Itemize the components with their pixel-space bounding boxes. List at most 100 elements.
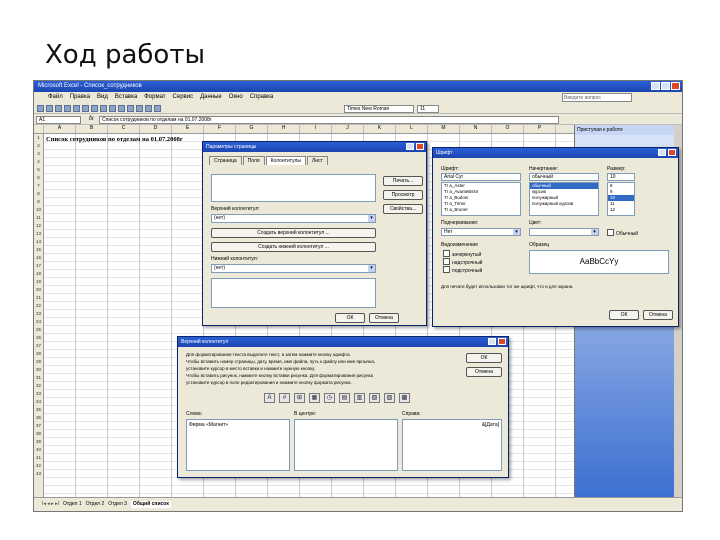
column-header[interactable]: G bbox=[236, 125, 268, 133]
row-header[interactable]: 14 bbox=[34, 238, 43, 246]
row-header[interactable]: 7 bbox=[34, 182, 43, 190]
row-header[interactable]: 30 bbox=[34, 366, 43, 374]
row-header[interactable]: 23 bbox=[34, 310, 43, 318]
column-header[interactable]: O bbox=[492, 125, 524, 133]
create-footer-button[interactable]: Создать нижний колонтитул ... bbox=[211, 242, 376, 252]
normal-font-checkbox[interactable]: Обычный bbox=[607, 229, 638, 237]
menu-view[interactable]: Вид bbox=[97, 94, 108, 101]
superscript-checkbox[interactable]: надстрочный bbox=[443, 258, 482, 266]
close-icon[interactable] bbox=[671, 82, 680, 90]
close-icon[interactable] bbox=[498, 338, 506, 345]
preview-icon[interactable] bbox=[73, 105, 80, 112]
footer-select[interactable]: (нет) bbox=[211, 264, 376, 273]
maximize-icon[interactable] bbox=[661, 82, 670, 90]
style-input[interactable]: обычный bbox=[529, 173, 599, 181]
row-header[interactable]: 31 bbox=[34, 374, 43, 382]
color-select[interactable] bbox=[529, 228, 599, 236]
cancel-button[interactable]: Отмена bbox=[369, 313, 399, 323]
sheet-tab[interactable]: Отдел 3 bbox=[108, 501, 127, 508]
row-header[interactable]: 37 bbox=[34, 422, 43, 430]
row-header[interactable]: 15 bbox=[34, 246, 43, 254]
help-question-input[interactable]: Введите вопрос bbox=[562, 93, 632, 102]
cell-a1[interactable]: Список сотрудников по отделам на 01.07.2… bbox=[46, 136, 183, 143]
row-header[interactable]: 21 bbox=[34, 294, 43, 302]
sheet-nav-icons[interactable]: I◂ ◂ ▸ ▸I bbox=[42, 501, 59, 508]
row-header[interactable]: 8 bbox=[34, 190, 43, 198]
row-header[interactable]: 24 bbox=[34, 318, 43, 326]
row-header[interactable]: 41 bbox=[34, 454, 43, 462]
save-icon[interactable] bbox=[55, 105, 62, 112]
header-select[interactable]: (нет) bbox=[211, 214, 376, 223]
center-section-input[interactable] bbox=[294, 419, 398, 471]
style-list[interactable]: обычный курсив полужирный полужирный кур… bbox=[529, 182, 599, 216]
undo-icon[interactable] bbox=[118, 105, 125, 112]
row-header[interactable]: 12 bbox=[34, 222, 43, 230]
row-header[interactable]: 32 bbox=[34, 382, 43, 390]
font-size-select[interactable]: 11 bbox=[417, 105, 439, 113]
sheet-name-icon[interactable]: ▧ bbox=[369, 393, 380, 403]
row-header[interactable]: 11 bbox=[34, 214, 43, 222]
row-header[interactable]: 19 bbox=[34, 278, 43, 286]
cancel-button[interactable]: Отмена bbox=[466, 367, 502, 377]
column-header[interactable]: H bbox=[268, 125, 300, 133]
row-header[interactable]: 35 bbox=[34, 406, 43, 414]
paste-icon[interactable] bbox=[109, 105, 116, 112]
row-header[interactable]: 4 bbox=[34, 158, 43, 166]
row-header[interactable]: 25 bbox=[34, 326, 43, 334]
column-header[interactable]: B bbox=[76, 125, 108, 133]
column-header[interactable]: M bbox=[428, 125, 460, 133]
size-input[interactable]: 10 bbox=[607, 173, 635, 181]
row-header[interactable]: 43 bbox=[34, 470, 43, 478]
sort-icon[interactable] bbox=[145, 105, 152, 112]
menu-file[interactable]: Файл bbox=[48, 94, 63, 101]
row-header[interactable]: 9 bbox=[34, 198, 43, 206]
column-header[interactable]: D bbox=[140, 125, 172, 133]
row-header[interactable]: 40 bbox=[34, 446, 43, 454]
sheet-tab-active[interactable]: Общий список bbox=[130, 501, 171, 508]
row-header[interactable]: 3 bbox=[34, 150, 43, 158]
row-header[interactable]: 42 bbox=[34, 462, 43, 470]
new-icon[interactable] bbox=[37, 105, 44, 112]
row-header[interactable]: 10 bbox=[34, 206, 43, 214]
row-header[interactable]: 27 bbox=[34, 342, 43, 350]
close-icon[interactable] bbox=[416, 143, 424, 150]
help-icon[interactable] bbox=[406, 143, 414, 150]
menu-format[interactable]: Формат bbox=[144, 94, 165, 101]
column-header[interactable]: J bbox=[332, 125, 364, 133]
font-icon[interactable]: A bbox=[264, 393, 275, 403]
column-header[interactable]: I bbox=[300, 125, 332, 133]
minimize-icon[interactable] bbox=[651, 82, 660, 90]
name-box[interactable]: A1 bbox=[36, 116, 81, 124]
underline-select[interactable]: Нет bbox=[441, 228, 521, 236]
size-list[interactable]: 8 9 10 11 12 bbox=[607, 182, 635, 216]
column-header[interactable]: C bbox=[108, 125, 140, 133]
preview-button[interactable]: Просмотр bbox=[383, 190, 423, 200]
list-item[interactable]: 12 bbox=[608, 207, 634, 213]
tab-margins[interactable]: Поля bbox=[242, 156, 265, 165]
select-all-corner[interactable] bbox=[34, 125, 44, 133]
menu-tools[interactable]: Сервис bbox=[173, 94, 194, 101]
list-item[interactable]: Tr a_Bruner bbox=[442, 207, 520, 213]
redo-icon[interactable] bbox=[127, 105, 134, 112]
row-header[interactable]: 39 bbox=[34, 438, 43, 446]
cancel-button[interactable]: Отмена bbox=[643, 310, 673, 320]
page-number-icon[interactable]: # bbox=[279, 393, 290, 403]
row-header[interactable]: 22 bbox=[34, 302, 43, 310]
copy-icon[interactable] bbox=[100, 105, 107, 112]
spelling-icon[interactable] bbox=[82, 105, 89, 112]
tab-header-footer[interactable]: Колонтитулы bbox=[265, 156, 306, 165]
list-item[interactable]: полужирный курсив bbox=[530, 201, 598, 207]
font-name-select[interactable]: Times New Roman bbox=[344, 105, 414, 113]
row-header[interactable]: 33 bbox=[34, 390, 43, 398]
row-header[interactable]: 17 bbox=[34, 262, 43, 270]
ok-button[interactable]: ОК bbox=[466, 353, 502, 363]
font-list[interactable]: Tr a_Aster Tr a_AvanteBsNr Tr a_Bodoni T… bbox=[441, 182, 521, 216]
print-icon[interactable] bbox=[64, 105, 71, 112]
column-header[interactable]: A bbox=[44, 125, 76, 133]
tab-sheet[interactable]: Лист bbox=[307, 156, 328, 165]
row-header[interactable]: 5 bbox=[34, 166, 43, 174]
column-header[interactable]: K bbox=[364, 125, 396, 133]
chart-icon[interactable] bbox=[154, 105, 161, 112]
menu-insert[interactable]: Вставка bbox=[115, 94, 137, 101]
row-header[interactable]: 34 bbox=[34, 398, 43, 406]
